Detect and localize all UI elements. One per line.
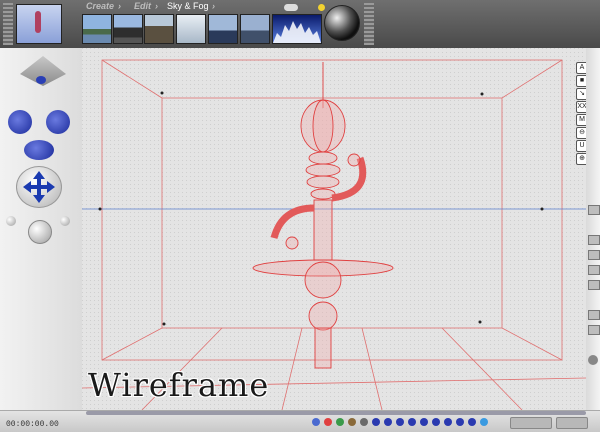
- small-ball-left-icon[interactable]: [6, 216, 16, 226]
- sky-preset-mountain-lake[interactable]: [82, 14, 112, 44]
- object-icon-13[interactable]: [456, 418, 464, 426]
- menu-edit[interactable]: Edit: [134, 1, 151, 11]
- tool-square[interactable]: ■: [576, 75, 586, 87]
- sky-preset-blue-gradient[interactable]: [272, 14, 322, 44]
- menu-edit-arrow: ›: [155, 1, 158, 11]
- object-icon-7[interactable]: [384, 418, 392, 426]
- timeline-slider[interactable]: [86, 411, 586, 415]
- home-ball-icon[interactable]: [28, 220, 52, 244]
- moon-icon[interactable]: [324, 5, 360, 41]
- brush-icon[interactable]: [588, 205, 600, 215]
- layer-icon-2[interactable]: [588, 250, 600, 260]
- object-icon-14[interactable]: [468, 418, 476, 426]
- layer-icon-1[interactable]: [588, 235, 600, 245]
- sky-preset-cliffs[interactable]: [144, 14, 174, 44]
- tool-u[interactable]: U: [576, 140, 586, 152]
- object-icon-5[interactable]: [360, 418, 368, 426]
- timecode: 00:00:00.00: [6, 420, 59, 429]
- view-mode-label: Wireframe: [88, 366, 270, 404]
- sky-preset-coast[interactable]: [240, 14, 270, 44]
- layer-icon-5[interactable]: [588, 310, 600, 320]
- left-slider[interactable]: [3, 3, 13, 45]
- move-arrows-glyph: [23, 171, 55, 203]
- object-icon-10[interactable]: [420, 418, 428, 426]
- object-icon-1[interactable]: [312, 418, 320, 426]
- tool-m[interactable]: M: [576, 114, 586, 126]
- menu-sky-fog[interactable]: Sky & Fog: [167, 1, 209, 11]
- sky-histogram-icon: [273, 21, 321, 43]
- object-icon-11[interactable]: [432, 418, 440, 426]
- layer-icon-3[interactable]: [588, 265, 600, 275]
- menu-current-arrow: ›: [212, 1, 215, 11]
- camera-controls-panel: [0, 48, 82, 418]
- small-ball-right-icon[interactable]: [60, 216, 70, 226]
- right-slider[interactable]: [364, 3, 374, 45]
- object-icon-4[interactable]: [348, 418, 356, 426]
- play-controls[interactable]: [510, 417, 552, 429]
- object-icon-12[interactable]: [444, 418, 452, 426]
- top-toolbar: Create › Edit › Sky & Fog ›: [0, 0, 600, 48]
- pan-left-control[interactable]: [8, 110, 32, 134]
- wireframe-scene[interactable]: [82, 48, 586, 410]
- pan-right-control[interactable]: [46, 110, 70, 134]
- globe-icon[interactable]: [588, 355, 598, 365]
- object-icon-2[interactable]: [324, 418, 332, 426]
- layer-icon-4[interactable]: [588, 280, 600, 290]
- object-icon-9[interactable]: [408, 418, 416, 426]
- menu-create-arrow: ›: [118, 1, 121, 11]
- object-icon-3[interactable]: [336, 418, 344, 426]
- sky-preset-ocean[interactable]: [208, 14, 238, 44]
- tilt-knob-icon: [36, 76, 46, 84]
- tool-plus[interactable]: ⊕: [576, 153, 586, 165]
- scene-thumbnail[interactable]: [16, 4, 62, 44]
- object-icon-6[interactable]: [372, 418, 380, 426]
- end-controls[interactable]: [556, 417, 588, 429]
- sun-icon[interactable]: [318, 4, 325, 11]
- tool-minus[interactable]: ⊖: [576, 127, 586, 139]
- wireframe-viewport[interactable]: A ■ ↘ XX M ⊖ U ⊕ Wireframe: [82, 48, 586, 410]
- figure-icon: [35, 11, 41, 33]
- menu-create[interactable]: Create: [86, 1, 114, 11]
- object-icon-15[interactable]: [480, 418, 488, 426]
- zoom-control[interactable]: [24, 140, 54, 160]
- sky-preset-dark-peaks[interactable]: [113, 14, 143, 44]
- tool-xx[interactable]: XX: [576, 101, 586, 113]
- sky-preset-haze[interactable]: [176, 14, 206, 44]
- move-arrows-icon[interactable]: [16, 166, 62, 208]
- layer-icon-6[interactable]: [588, 325, 600, 335]
- tool-arrow[interactable]: ↘: [576, 88, 586, 100]
- tool-a[interactable]: A: [576, 62, 586, 74]
- viewport-tools: A ■ ↘ XX M ⊖ U ⊕: [576, 62, 586, 165]
- object-icon-8[interactable]: [396, 418, 404, 426]
- cloud-icon[interactable]: [284, 4, 298, 11]
